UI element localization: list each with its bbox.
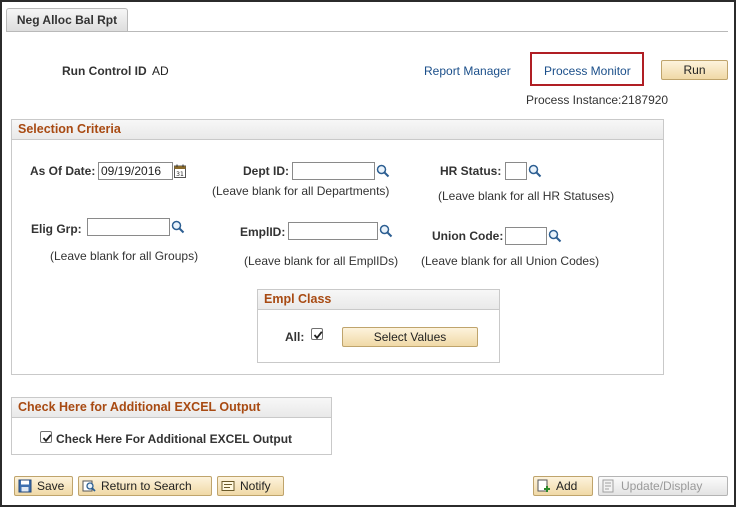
add-button[interactable]: Add <box>533 476 593 496</box>
hr-status-label: HR Status: <box>440 164 502 178</box>
add-icon <box>537 479 550 492</box>
dept-id-label: Dept ID: <box>243 164 289 178</box>
save-button[interactable]: Save <box>14 476 73 496</box>
checkmark-icon <box>42 434 52 443</box>
save-label: Save <box>37 479 65 493</box>
union-code-lookup-icon[interactable] <box>548 229 562 243</box>
tab-divider <box>6 31 728 32</box>
elig-grp-label: Elig Grp: <box>31 222 82 236</box>
update-display-icon <box>602 479 614 493</box>
hr-status-lookup-icon[interactable] <box>528 164 542 178</box>
elig-grp-lookup-icon[interactable] <box>171 220 185 234</box>
empl-class-all-label: All: <box>285 330 305 344</box>
return-search-icon <box>82 480 96 492</box>
elig-grp-input[interactable] <box>87 218 170 236</box>
notify-label: Notify <box>240 479 271 493</box>
select-values-button[interactable]: Select Values <box>342 327 478 347</box>
return-to-search-label: Return to Search <box>101 479 192 493</box>
notify-button[interactable]: Notify <box>217 476 284 496</box>
dept-hint: (Leave blank for all Departments) <box>212 184 390 198</box>
svg-text:31: 31 <box>176 171 184 178</box>
excel-output-label: Check Here For Additional EXCEL Output <box>56 432 293 446</box>
emplid-input[interactable] <box>288 222 378 240</box>
excel-output-group: Check Here for Additional EXCEL Output <box>11 397 332 455</box>
calendar-icon[interactable]: 31 <box>174 164 186 178</box>
checkmark-icon <box>313 331 323 340</box>
process-monitor-link[interactable]: Process Monitor <box>544 64 631 78</box>
save-icon <box>18 479 32 493</box>
elig-hint: (Leave blank for all Groups) <box>50 249 199 263</box>
notify-icon <box>221 481 235 491</box>
emplid-lookup-icon[interactable] <box>379 224 393 238</box>
dept-id-lookup-icon[interactable] <box>376 164 390 178</box>
dept-id-input[interactable] <box>292 162 375 180</box>
as-of-date-input[interactable] <box>98 162 173 180</box>
hr-hint: (Leave blank for all HR Statuses) <box>438 189 615 203</box>
selection-criteria-title: Selection Criteria <box>12 120 663 140</box>
run-control-label: Run Control ID <box>62 64 147 78</box>
empl-class-title: Empl Class <box>258 290 499 310</box>
union-hint: (Leave blank for all Union Codes) <box>421 254 600 268</box>
report-manager-link[interactable]: Report Manager <box>424 64 511 78</box>
return-to-search-button[interactable]: Return to Search <box>78 476 212 496</box>
excel-output-title: Check Here for Additional EXCEL Output <box>12 398 331 418</box>
process-instance: Process Instance:2187920 <box>526 93 669 107</box>
empl-class-all-checkbox[interactable] <box>311 328 323 340</box>
hr-status-input[interactable] <box>505 162 527 180</box>
run-button[interactable]: Run <box>661 60 728 80</box>
update-display-button[interactable]: Update/Display <box>598 476 728 496</box>
union-code-label: Union Code: <box>432 229 504 243</box>
excel-output-checkbox[interactable] <box>40 431 52 443</box>
add-label: Add <box>556 479 578 493</box>
union-code-input[interactable] <box>505 227 547 245</box>
empl-class-group: Empl Class <box>257 289 500 363</box>
run-control-value: AD <box>152 64 169 78</box>
tab-neg-alloc-bal-rpt[interactable]: Neg Alloc Bal Rpt <box>6 8 128 32</box>
emplid-hint: (Leave blank for all EmplIDs) <box>244 254 399 268</box>
as-of-date-label: As Of Date: <box>30 164 96 178</box>
emplid-label: EmplID: <box>240 225 286 239</box>
update-display-label: Update/Display <box>621 479 703 493</box>
